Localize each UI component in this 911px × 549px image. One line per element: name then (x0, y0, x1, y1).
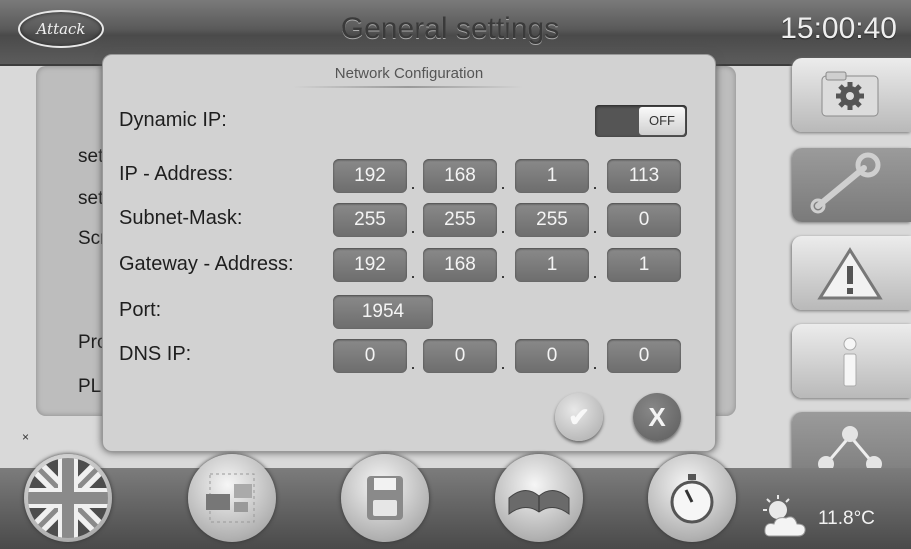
ip-address-label: IP - Address: (119, 163, 234, 185)
temperature-readout: 11.8°C (818, 508, 875, 529)
dynamic-ip-toggle[interactable]: OFF (595, 105, 687, 137)
corner-mark: × (22, 430, 30, 444)
info-icon (843, 337, 857, 387)
gateway-octet-3-field[interactable]: 1 (515, 248, 589, 282)
gateway-octet-4-field[interactable]: 1 (607, 248, 681, 282)
octet-separator: . (500, 353, 506, 373)
dns-octet-2-field[interactable]: 0 (423, 339, 497, 373)
network-config-dialog: Network Configuration Dynamic IP: OFF IP… (102, 54, 716, 452)
screen-layout-icon (206, 473, 255, 523)
clock: 15:00:40 (780, 12, 897, 45)
octet-separator: . (592, 353, 598, 373)
dialog-title: Network Configuration (334, 65, 484, 82)
side-tab-warnings[interactable] (792, 236, 911, 310)
octet-separator: . (592, 217, 598, 237)
bg-row-label: set (78, 146, 104, 167)
ip-octet-4-field[interactable]: 113 (607, 159, 681, 193)
octet-separator: . (500, 217, 506, 237)
octet-separator: . (410, 262, 416, 282)
octet-separator: . (410, 353, 416, 373)
side-tab-service[interactable] (792, 148, 911, 222)
dns-ip-label: DNS IP: (119, 343, 192, 365)
subnet-octet-2-field[interactable]: 255 (423, 203, 497, 237)
language-button[interactable] (24, 454, 112, 542)
octet-separator: . (500, 173, 506, 193)
dns-octet-1-field[interactable]: 0 (333, 339, 407, 373)
ip-octet-1-field[interactable]: 192 (333, 159, 407, 193)
uk-flag-icon (28, 458, 108, 538)
toggle-knob: OFF (639, 107, 685, 135)
timer-button[interactable] (648, 454, 736, 542)
subnet-octet-3-field[interactable]: 255 (515, 203, 589, 237)
title-underline (293, 86, 523, 88)
cancel-button[interactable]: X (633, 393, 681, 441)
gateway-octet-1-field[interactable]: 192 (333, 248, 407, 282)
settings-folder-icon (821, 71, 879, 117)
side-tab-info[interactable] (792, 324, 911, 398)
screen: Attack General settings 15:00:40 set set… (0, 0, 911, 549)
octet-separator: . (410, 173, 416, 193)
bg-row-label: PL (78, 376, 102, 397)
octet-separator: . (592, 262, 598, 282)
warning-icon (817, 247, 883, 300)
save-button[interactable] (341, 454, 429, 542)
dns-octet-4-field[interactable]: 0 (607, 339, 681, 373)
subnet-octet-1-field[interactable]: 255 (333, 203, 407, 237)
octet-separator: . (592, 173, 598, 193)
side-tab-settings[interactable] (792, 58, 911, 132)
partly-cloudy-icon (763, 495, 806, 537)
ip-octet-2-field[interactable]: 168 (423, 159, 497, 193)
screen-layout-button[interactable] (188, 454, 276, 542)
wrench-icon (810, 152, 881, 214)
port-label: Port: (119, 299, 162, 321)
dynamic-ip-label: Dynamic IP: (119, 109, 227, 131)
octet-separator: . (410, 217, 416, 237)
manual-book-icon (508, 490, 570, 515)
subnet-mask-label: Subnet-Mask: (119, 207, 243, 229)
dns-octet-3-field[interactable]: 0 (515, 339, 589, 373)
save-icon (367, 476, 403, 520)
bg-row-label: set (78, 188, 104, 209)
port-field[interactable]: 1954 (333, 295, 433, 329)
page-title: General settings (340, 12, 560, 45)
attack-logo: Attack (18, 10, 104, 48)
stopwatch-icon (670, 474, 714, 524)
confirm-button[interactable]: ✔ (555, 393, 603, 441)
subnet-octet-4-field[interactable]: 0 (607, 203, 681, 237)
octet-separator: . (500, 262, 506, 282)
manual-button[interactable] (495, 454, 583, 542)
gateway-label: Gateway - Address: (119, 253, 294, 275)
gateway-octet-2-field[interactable]: 168 (423, 248, 497, 282)
ip-octet-3-field[interactable]: 1 (515, 159, 589, 193)
